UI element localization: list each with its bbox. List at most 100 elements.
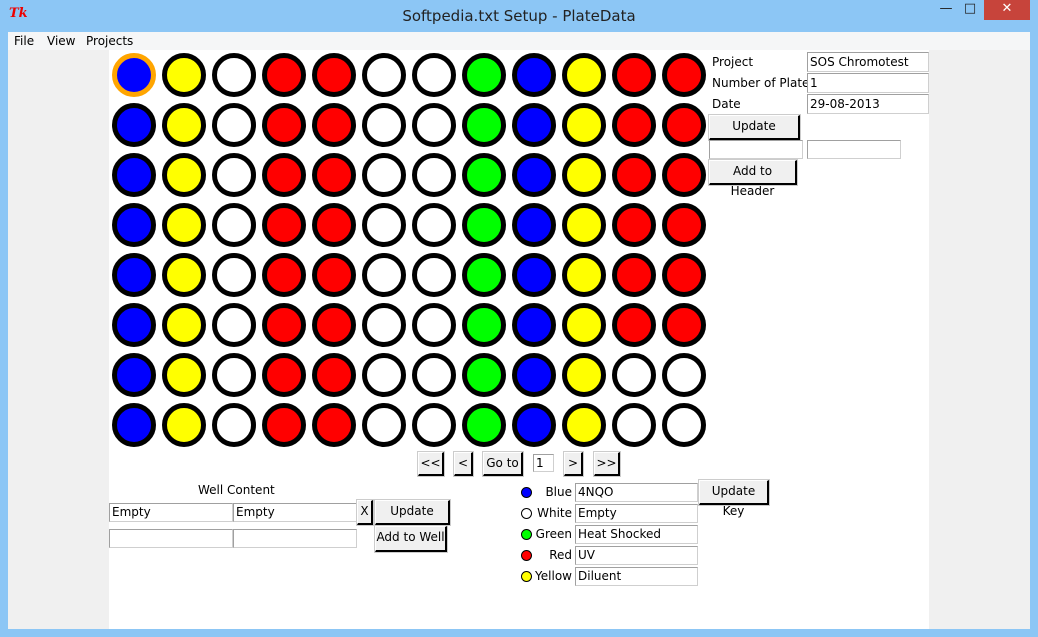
well-B5[interactable]	[312, 103, 356, 147]
well-F6[interactable]	[362, 303, 406, 347]
well-H8[interactable]	[462, 403, 506, 447]
well-C12[interactable]	[662, 153, 706, 197]
well-H12[interactable]	[662, 403, 706, 447]
well-H9[interactable]	[512, 403, 556, 447]
well-A2[interactable]	[162, 53, 206, 97]
well-E6[interactable]	[362, 253, 406, 297]
well-H6[interactable]	[362, 403, 406, 447]
well-G2[interactable]	[162, 353, 206, 397]
well-E9[interactable]	[512, 253, 556, 297]
well-content-field-3[interactable]	[109, 529, 233, 548]
well-content-field-4[interactable]	[233, 529, 357, 548]
well-H11[interactable]	[612, 403, 656, 447]
well-A10[interactable]	[562, 53, 606, 97]
well-A7[interactable]	[412, 53, 456, 97]
well-E2[interactable]	[162, 253, 206, 297]
plates-field[interactable]: 1	[807, 73, 929, 93]
well-G6[interactable]	[362, 353, 406, 397]
well-D6[interactable]	[362, 203, 406, 247]
well-E3[interactable]	[212, 253, 256, 297]
well-B1[interactable]	[112, 103, 156, 147]
well-F4[interactable]	[262, 303, 306, 347]
prev-page-button[interactable]: <	[453, 451, 474, 477]
new-header-key-field[interactable]	[709, 140, 803, 159]
well-D5[interactable]	[312, 203, 356, 247]
well-G1[interactable]	[112, 353, 156, 397]
well-G9[interactable]	[512, 353, 556, 397]
well-C4[interactable]	[262, 153, 306, 197]
well-D4[interactable]	[262, 203, 306, 247]
well-H10[interactable]	[562, 403, 606, 447]
key-green-field[interactable]: Heat Shocked	[575, 525, 698, 544]
well-E8[interactable]	[462, 253, 506, 297]
well-B8[interactable]	[462, 103, 506, 147]
well-content-field-1[interactable]: Empty	[109, 503, 233, 522]
well-F2[interactable]	[162, 303, 206, 347]
well-C11[interactable]	[612, 153, 656, 197]
first-page-button[interactable]: <<	[417, 451, 445, 477]
well-C10[interactable]	[562, 153, 606, 197]
well-E10[interactable]	[562, 253, 606, 297]
clear-well-button[interactable]: X	[356, 499, 374, 526]
well-C8[interactable]	[462, 153, 506, 197]
well-F11[interactable]	[612, 303, 656, 347]
menu-view[interactable]: View	[47, 34, 75, 48]
well-G11[interactable]	[612, 353, 656, 397]
well-B2[interactable]	[162, 103, 206, 147]
well-B4[interactable]	[262, 103, 306, 147]
well-G8[interactable]	[462, 353, 506, 397]
well-G3[interactable]	[212, 353, 256, 397]
well-H7[interactable]	[412, 403, 456, 447]
well-E7[interactable]	[412, 253, 456, 297]
well-G5[interactable]	[312, 353, 356, 397]
well-F7[interactable]	[412, 303, 456, 347]
well-D8[interactable]	[462, 203, 506, 247]
well-H2[interactable]	[162, 403, 206, 447]
well-E1[interactable]	[112, 253, 156, 297]
well-D9[interactable]	[512, 203, 556, 247]
last-page-button[interactable]: >>	[593, 451, 621, 477]
menu-projects[interactable]: Projects	[86, 34, 133, 48]
project-field[interactable]: SOS Chromotest	[807, 52, 929, 72]
well-A1[interactable]	[112, 53, 156, 97]
well-G4[interactable]	[262, 353, 306, 397]
close-button[interactable]: ✕	[984, 0, 1030, 20]
well-G10[interactable]	[562, 353, 606, 397]
well-C6[interactable]	[362, 153, 406, 197]
well-A5[interactable]	[312, 53, 356, 97]
well-H5[interactable]	[312, 403, 356, 447]
update-well-button[interactable]: Update Well	[374, 499, 451, 538]
well-A6[interactable]	[362, 53, 406, 97]
date-field[interactable]: 29-08-2013	[807, 94, 929, 114]
well-C5[interactable]	[312, 153, 356, 197]
well-B9[interactable]	[512, 103, 556, 147]
well-G7[interactable]	[412, 353, 456, 397]
well-G12[interactable]	[662, 353, 706, 397]
well-C1[interactable]	[112, 153, 156, 197]
update-key-button[interactable]: Update Key	[698, 479, 770, 518]
new-header-value-field[interactable]	[807, 140, 901, 159]
well-E12[interactable]	[662, 253, 706, 297]
well-F9[interactable]	[512, 303, 556, 347]
next-page-button[interactable]: >	[563, 451, 584, 477]
key-yellow-field[interactable]: Diluent	[575, 567, 698, 586]
well-A4[interactable]	[262, 53, 306, 97]
well-content-field-2[interactable]: Empty	[233, 503, 357, 522]
well-C3[interactable]	[212, 153, 256, 197]
well-F1[interactable]	[112, 303, 156, 347]
well-F10[interactable]	[562, 303, 606, 347]
well-B11[interactable]	[612, 103, 656, 147]
well-B12[interactable]	[662, 103, 706, 147]
well-F8[interactable]	[462, 303, 506, 347]
well-E11[interactable]	[612, 253, 656, 297]
well-D2[interactable]	[162, 203, 206, 247]
add-to-well-button[interactable]: Add to Well	[374, 525, 448, 553]
well-B6[interactable]	[362, 103, 406, 147]
key-blue-field[interactable]: 4NQO	[575, 483, 698, 502]
well-C7[interactable]	[412, 153, 456, 197]
page-field[interactable]: 1	[533, 454, 554, 472]
well-A3[interactable]	[212, 53, 256, 97]
menu-file[interactable]: File	[14, 34, 34, 48]
goto-button[interactable]: Go to	[482, 451, 524, 477]
well-C2[interactable]	[162, 153, 206, 197]
